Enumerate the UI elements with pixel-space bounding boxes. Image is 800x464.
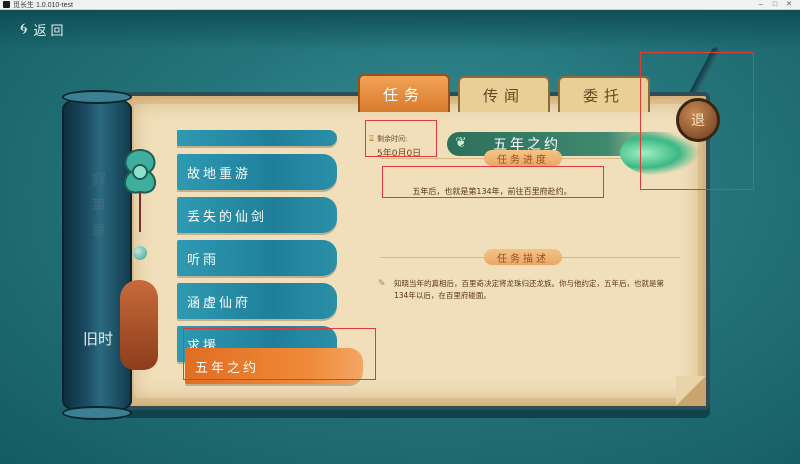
roller-vertical-text: 叙事录 bbox=[92, 172, 106, 240]
description-header: 任务描述 bbox=[484, 249, 562, 265]
tassel-icon bbox=[120, 280, 158, 370]
close-button[interactable]: ✕ bbox=[782, 0, 796, 9]
quest-item[interactable]: 故地重游 bbox=[177, 154, 337, 190]
leaf-icon: ❦ bbox=[455, 135, 470, 151]
maximize-button[interactable]: □ bbox=[768, 0, 782, 9]
tab-bar: 任务 传闻 委托 bbox=[358, 74, 658, 112]
roller-cap-top bbox=[62, 90, 132, 104]
top-band bbox=[0, 10, 800, 50]
jade-knot-icon bbox=[123, 148, 157, 232]
quest-item[interactable]: 听雨 bbox=[177, 240, 337, 276]
tab-rumors[interactable]: 传闻 bbox=[458, 76, 550, 112]
tab-tasks[interactable]: 任务 bbox=[358, 74, 450, 112]
feather-icon: ✎ bbox=[378, 279, 386, 289]
highlight-box-timer bbox=[365, 120, 437, 157]
game-scene: 🌀︎ 返回 任务 传闻 委托 叙事录 旧时 故地重游 丢失的仙剑 听雨 涵虚仙府… bbox=[0, 10, 800, 464]
quest-item-partial[interactable] bbox=[177, 130, 337, 146]
progress-header: 任务进度 bbox=[484, 150, 562, 166]
back-button[interactable]: 🌀︎ 返回 bbox=[20, 18, 100, 40]
quest-item[interactable]: 丢失的仙剑 bbox=[177, 197, 337, 233]
app-icon bbox=[3, 1, 10, 8]
quest-description: ✎ 知晓当年的真相后，百里奇决定将龙珠归还龙族。你与他约定，五年后，也就是第13… bbox=[378, 278, 678, 302]
highlight-box-quest bbox=[183, 328, 376, 380]
back-label: 返回 bbox=[33, 23, 68, 39]
cloud-swirl-icon: 🌀︎ bbox=[20, 19, 28, 38]
window-titlebar: 觅长生 1.0.010-test – □ ✕ bbox=[0, 0, 800, 10]
tab-commissions[interactable]: 委托 bbox=[558, 76, 650, 112]
highlight-box-progress bbox=[382, 166, 604, 198]
roller-cap-bottom bbox=[62, 406, 132, 420]
quest-item[interactable]: 涵虚仙府 bbox=[177, 283, 337, 319]
old-times-label[interactable]: 旧时 bbox=[78, 329, 118, 349]
highlight-box-medallion bbox=[640, 52, 754, 190]
window-title: 觅长生 1.0.010-test bbox=[13, 1, 73, 9]
page-fold-corner bbox=[676, 376, 706, 406]
jade-bead-icon bbox=[133, 246, 147, 260]
window-controls: – □ ✕ bbox=[754, 0, 796, 9]
description-text: 知晓当年的真相后，百里奇决定将龙珠归还龙族。你与他约定，五年后，也就是第134年… bbox=[394, 279, 664, 300]
minimize-button[interactable]: – bbox=[754, 0, 768, 9]
